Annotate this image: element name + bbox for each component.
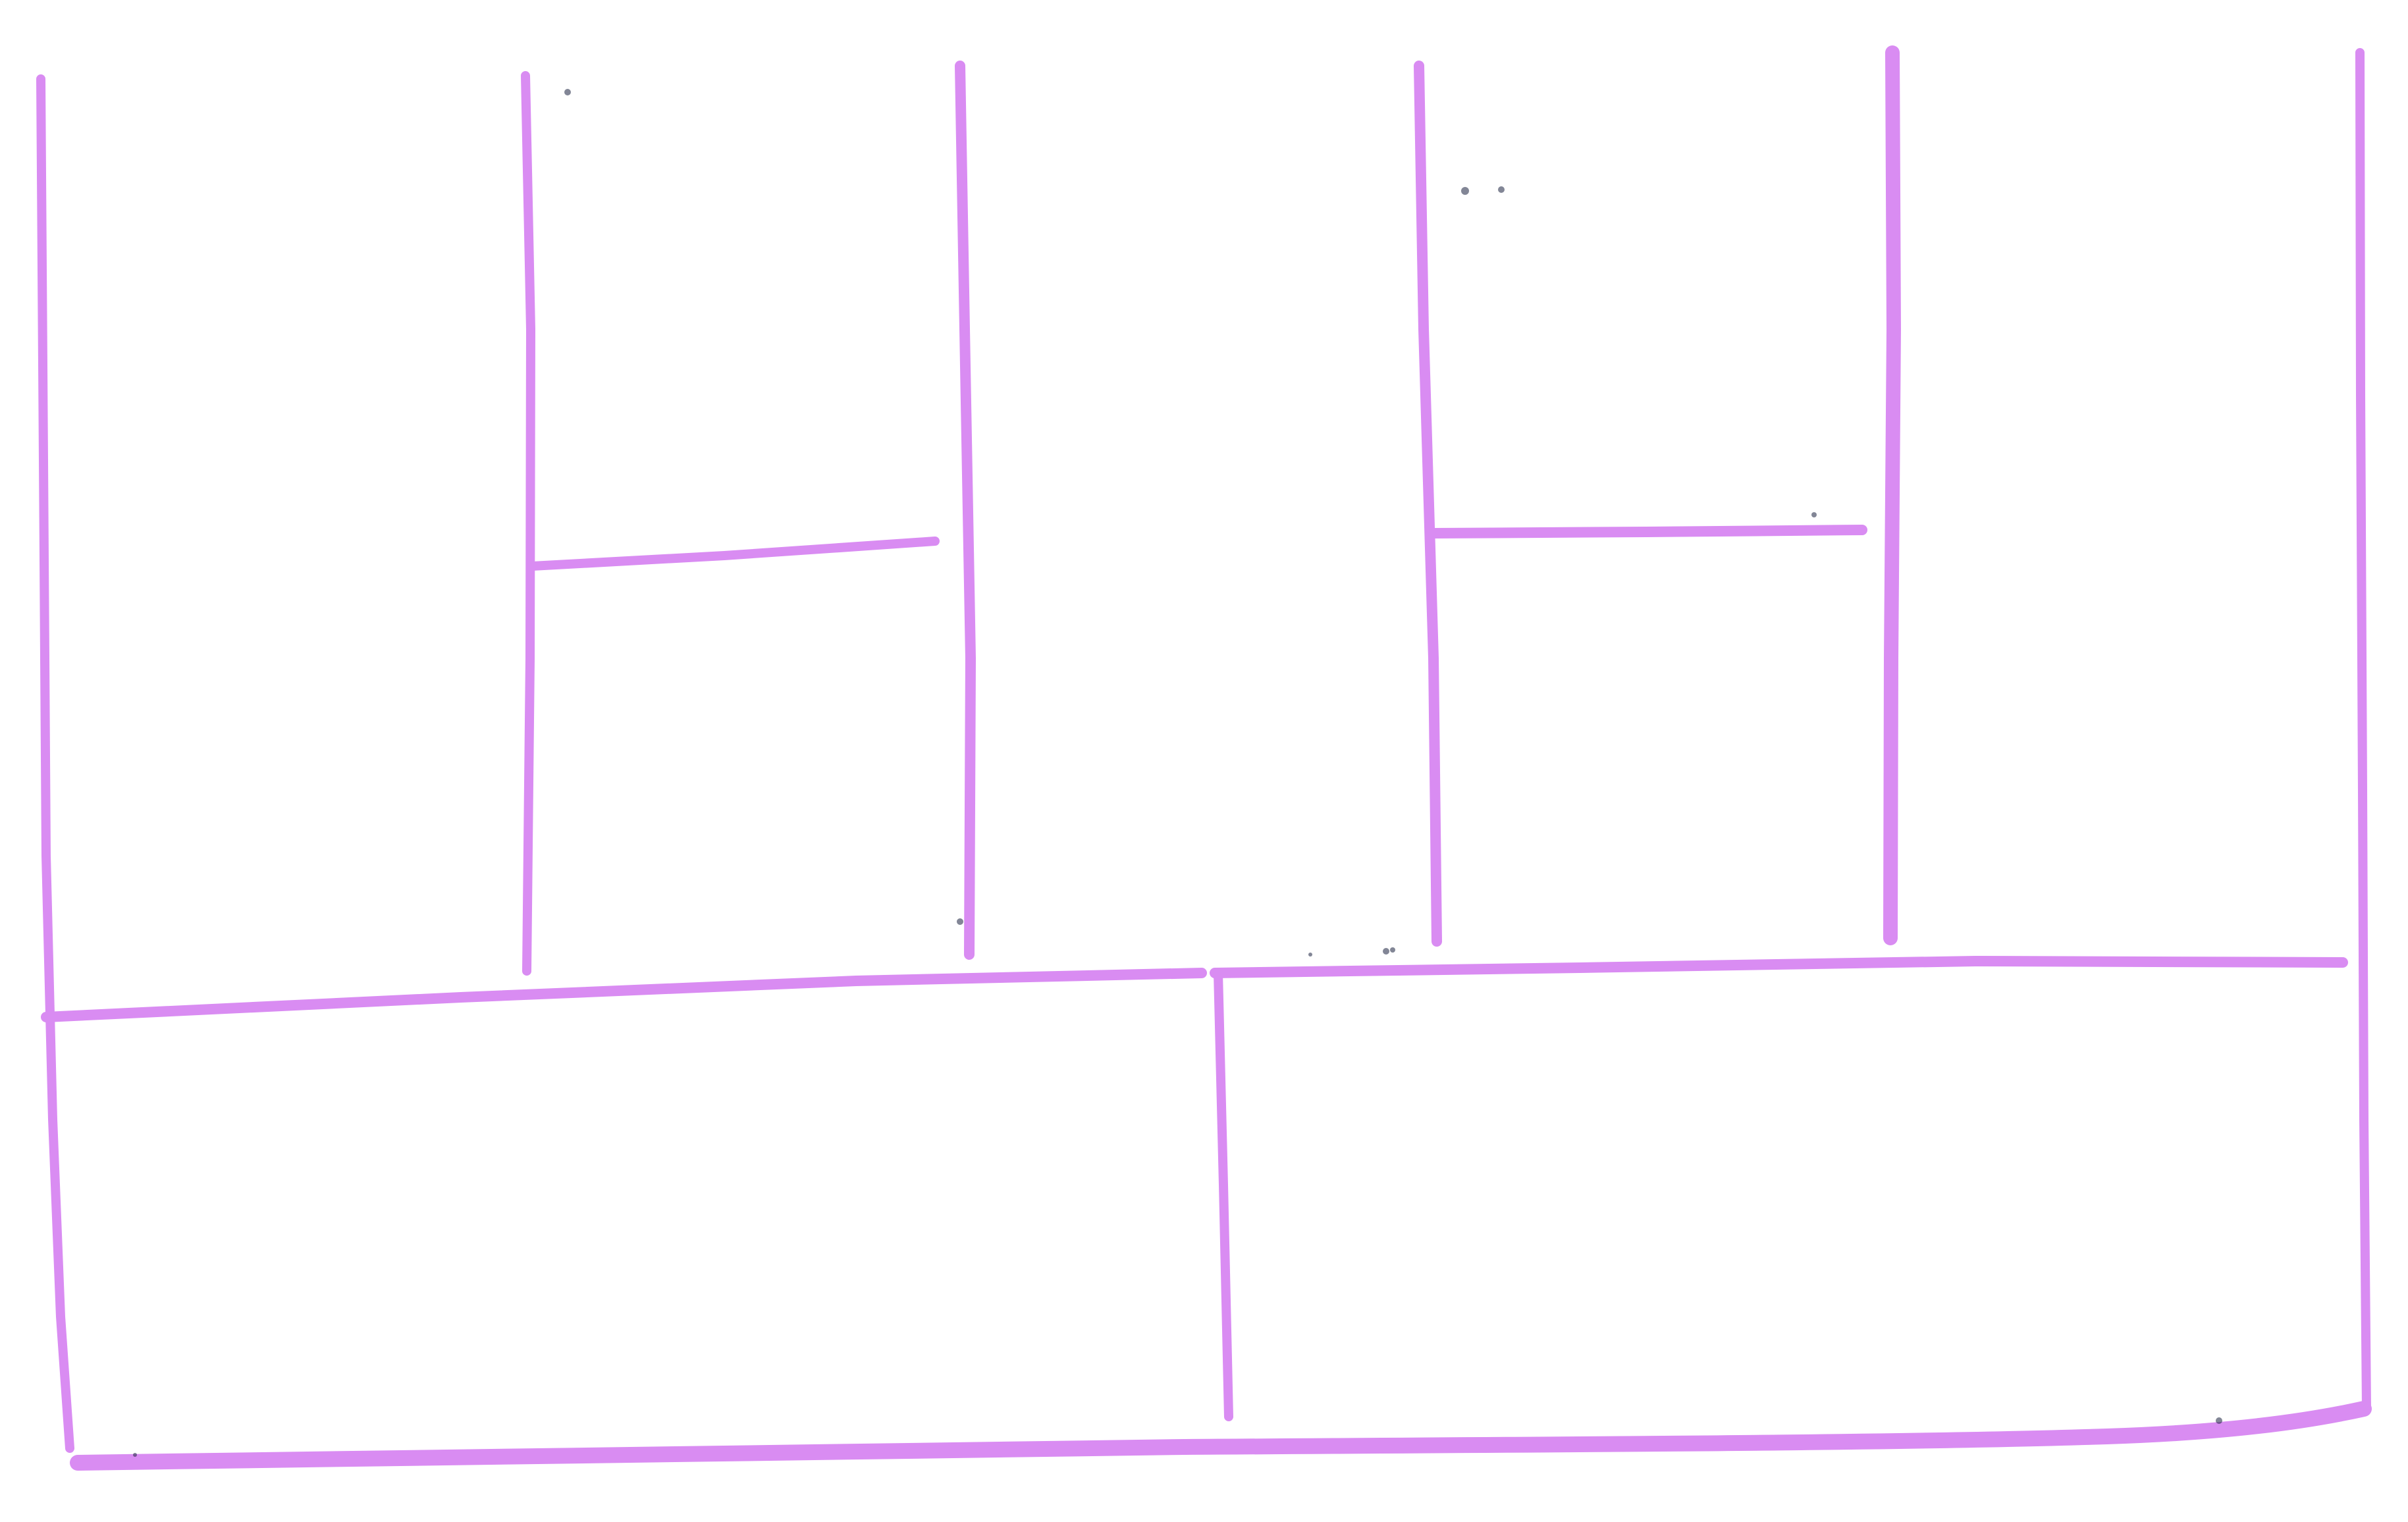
ink-speck-9 <box>133 1453 137 1457</box>
ink-speck-1 <box>564 89 571 95</box>
bottom-cell-divider <box>1214 968 1233 1421</box>
column-divider-1 <box>521 71 535 976</box>
ink-speck-6 <box>957 918 963 925</box>
column-divider-3 <box>1414 61 1442 947</box>
ink-speck-5 <box>1390 947 1395 953</box>
band-divider-left <box>41 968 1207 1022</box>
column-2-split-line <box>527 537 940 571</box>
ink-speck-7 <box>1811 512 1817 517</box>
ink-speck-2 <box>1461 187 1469 195</box>
frame-right-line <box>2355 48 2371 1413</box>
ink-speck-8 <box>2216 1417 2222 1424</box>
band-divider-right <box>1210 956 2348 978</box>
grid-sketch-svg <box>36 45 2372 1471</box>
frame-left-line <box>36 74 74 1453</box>
business-model-grid-sketch <box>0 0 2408 1522</box>
frame-bottom-line <box>70 1401 2372 1471</box>
column-divider-2 <box>955 61 976 960</box>
ink-speck-10 <box>1308 953 1312 957</box>
column-divider-4 <box>1883 45 1901 945</box>
ink-speck-4 <box>1383 948 1389 955</box>
ink-speck-3 <box>1498 186 1505 193</box>
column-4-split-line <box>1430 525 1867 538</box>
